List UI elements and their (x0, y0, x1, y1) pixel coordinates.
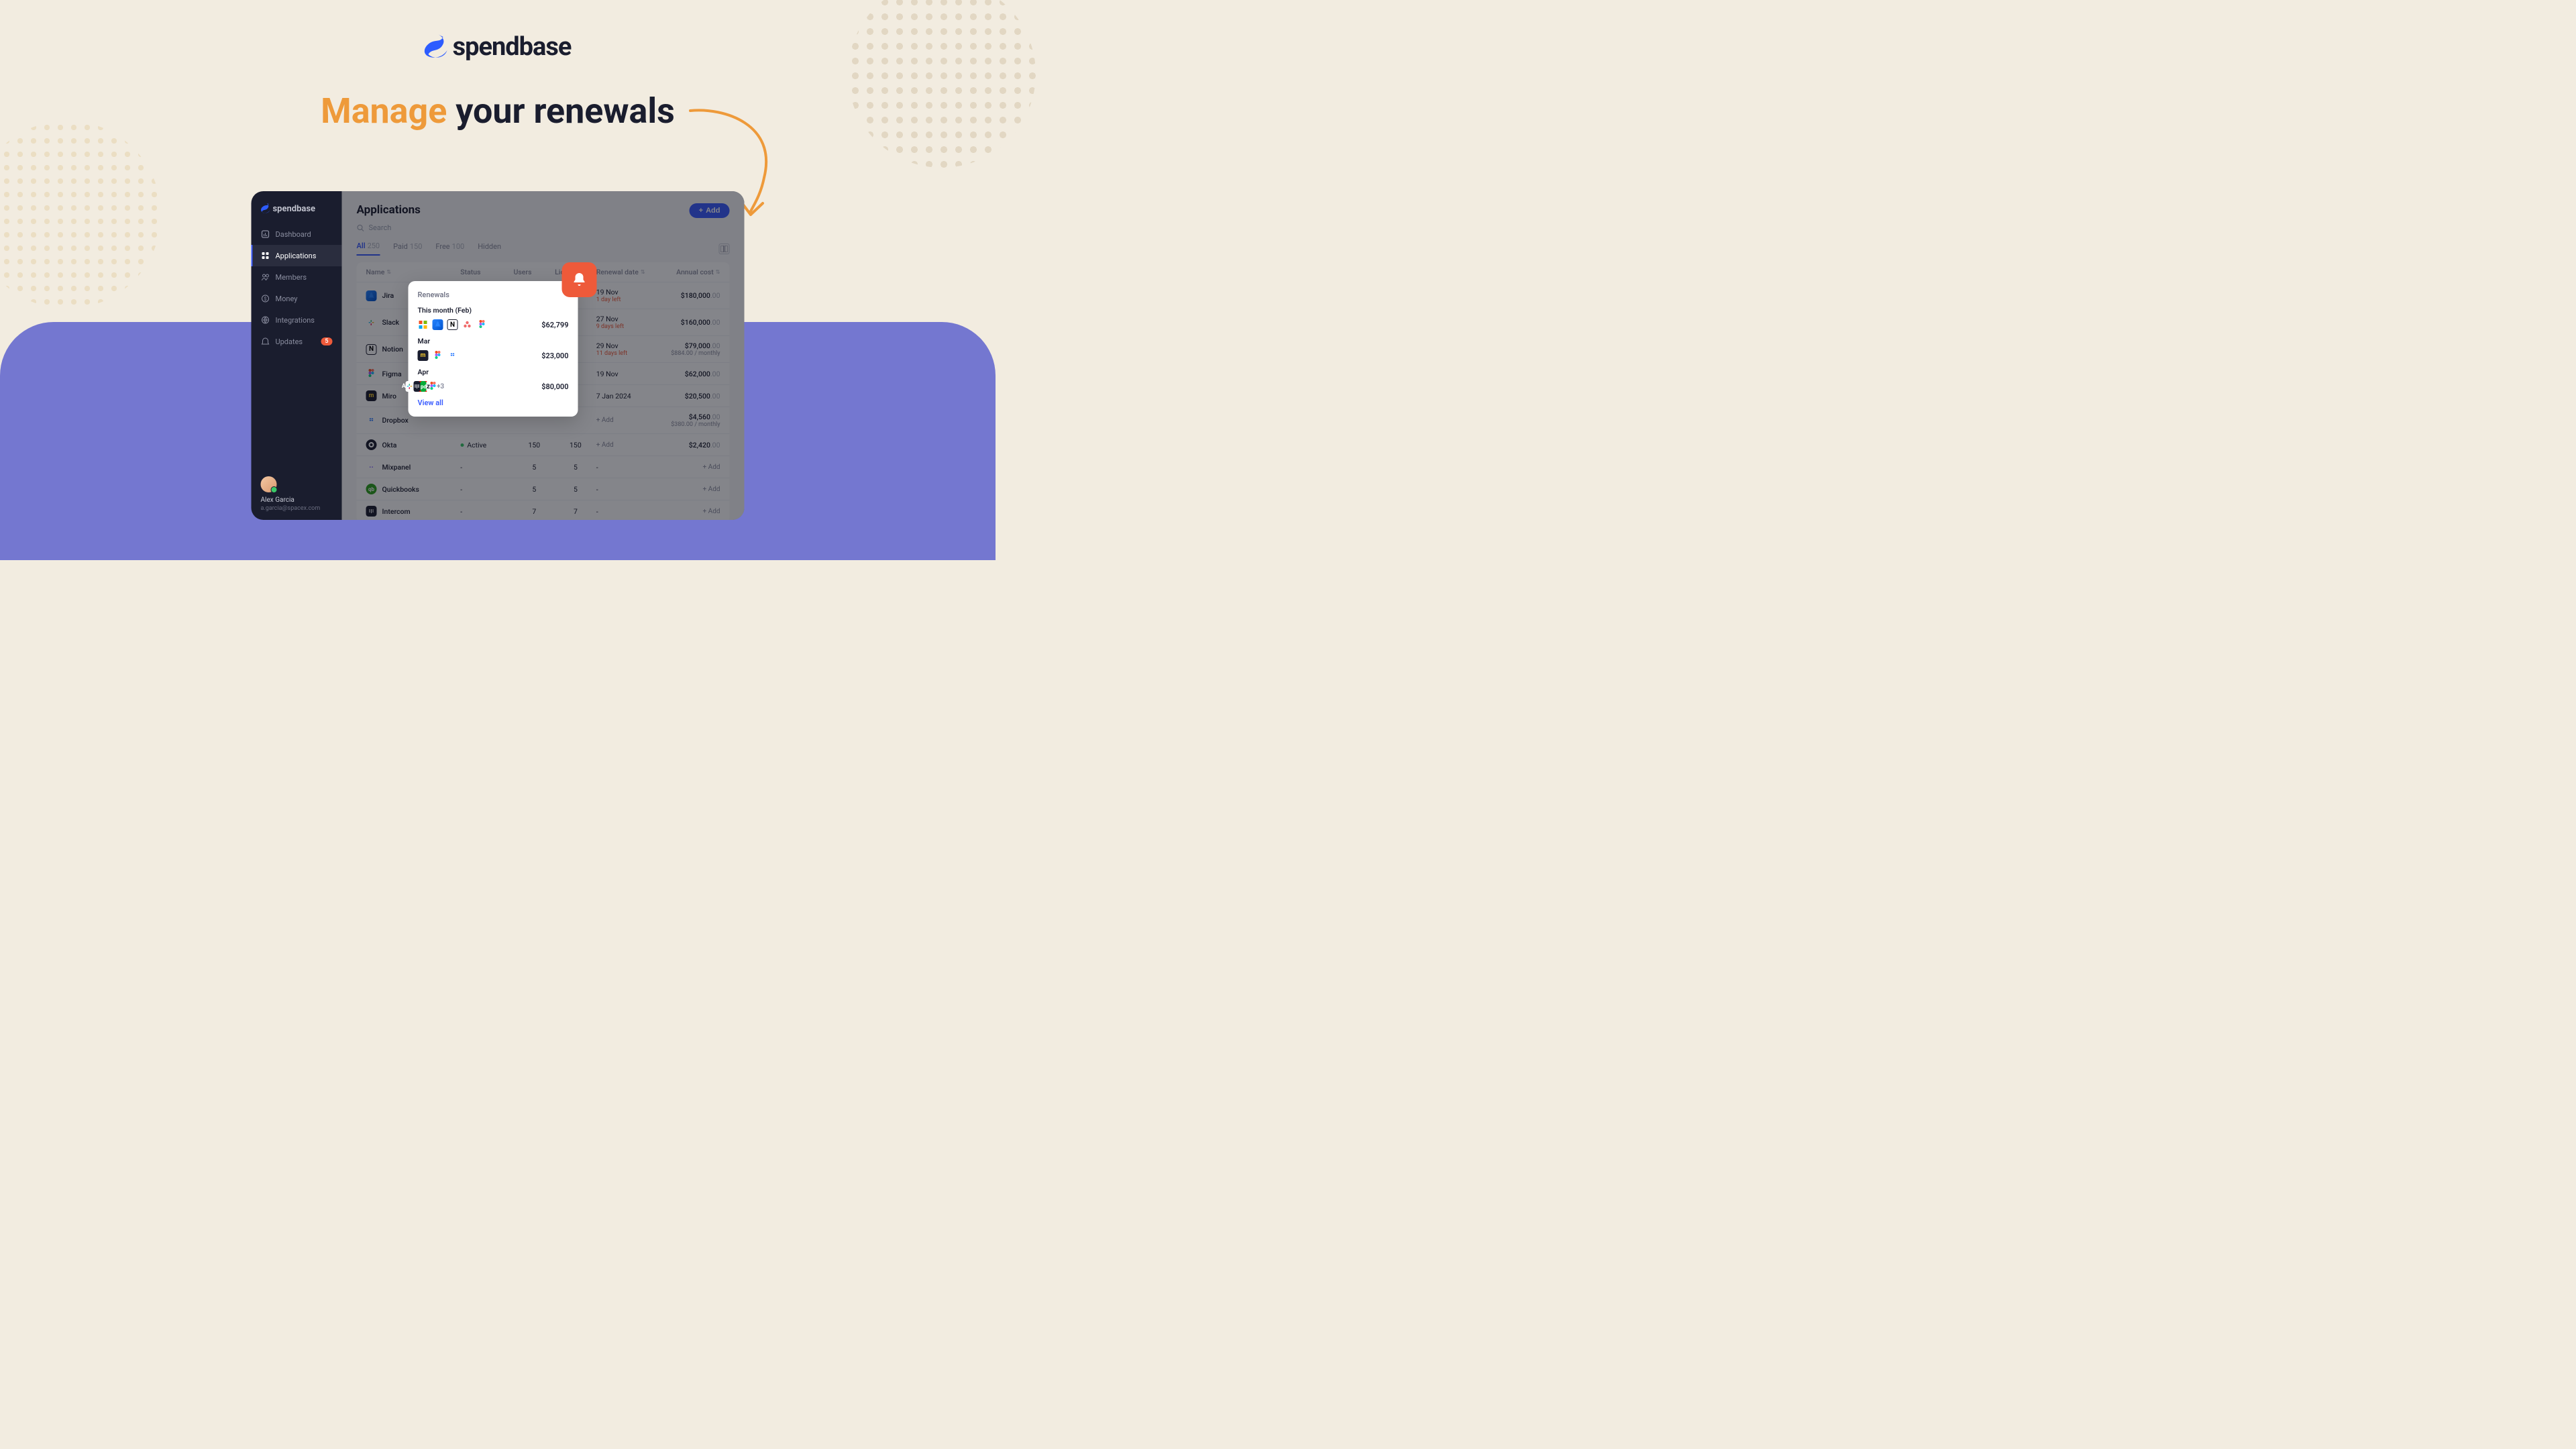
app-window: spendbase DashboardApplicationsMembers$M… (252, 191, 745, 520)
user-name: Alex Garcia (261, 496, 333, 504)
sidebar-item-members[interactable]: Members (252, 266, 342, 288)
add-cost-link[interactable]: + Add (703, 486, 720, 493)
view-all-link[interactable]: View all (418, 398, 569, 407)
column-status[interactable]: Status (460, 268, 513, 276)
column-cost[interactable]: Annual cost⇅ (658, 268, 720, 276)
more-count: +3 (437, 383, 444, 390)
members-icon (261, 272, 270, 282)
sidebar-item-applications[interactable]: Applications (252, 245, 342, 266)
intercom-icon (414, 381, 421, 392)
jira-icon (433, 319, 443, 330)
table-header: Name⇅ Status Users Licenses Renewal date… (357, 262, 730, 282)
table-row[interactable]: ··Mixpanel - 5 5 - + Add (357, 456, 730, 478)
columns-icon (721, 246, 728, 252)
intercom-icon (366, 506, 377, 517)
table-row[interactable]: Okta Active 150 150 + Add $2,420.00 (357, 434, 730, 456)
bell-icon (572, 272, 588, 288)
renewal-group: Apr Apdz+3 $80,000 (418, 368, 569, 392)
decorative-dots-top-right (848, 0, 1036, 168)
slack-icon (366, 317, 377, 328)
jira-icon (366, 290, 377, 301)
table-row[interactable]: Intercom - 7 7 - + Add (357, 500, 730, 520)
renewal-month: Apr (418, 368, 569, 376)
figma-icon (477, 319, 488, 330)
mixpanel-icon: ·· (366, 462, 377, 472)
sidebar-item-updates[interactable]: Updates5 (252, 331, 342, 352)
brand-logo-text: spendbase (453, 32, 572, 62)
column-users[interactable]: Users (514, 268, 555, 276)
columns-button[interactable] (719, 244, 730, 254)
qb-icon: qb (366, 484, 377, 494)
decorative-dots-top-left (0, 121, 161, 309)
badge: 5 (321, 337, 332, 345)
user-email: a.garcia@spacex.com (261, 505, 333, 512)
sidebar-item-dashboard[interactable]: Dashboard (252, 223, 342, 245)
pd-icon: pd (421, 381, 427, 392)
figma-icon (366, 368, 377, 379)
sidebar-logo: spendbase (252, 203, 342, 223)
miro-icon: m (366, 390, 377, 401)
brand-logo: spendbase (425, 32, 572, 62)
tab-all[interactable]: All250 (357, 241, 380, 256)
sidebar: spendbase DashboardApplicationsMembers$M… (252, 191, 342, 520)
renewal-month: This month (Feb) (418, 306, 569, 315)
dropbox-icon (366, 415, 377, 426)
popup-title: Renewals (418, 290, 569, 299)
money-icon: $ (261, 294, 270, 303)
filter-tabs: All250 Paid150 Free100 Hidden (357, 241, 730, 256)
sidebar-logo-mark (261, 203, 270, 214)
miro-icon: m (418, 350, 429, 361)
add-renewal-link[interactable]: + Add (596, 417, 614, 424)
integrations-icon (261, 315, 270, 325)
sort-icon: ⇅ (716, 269, 720, 275)
plus-icon: + (699, 207, 703, 215)
main-content: Applications + Add Search All250 Paid150 F… (342, 191, 745, 520)
add-cost-link[interactable]: + Add (703, 464, 720, 471)
search-icon (357, 224, 365, 232)
add-cost-link[interactable]: + Add (703, 508, 720, 515)
okta-icon (366, 439, 377, 450)
renewal-amount: $80,000 (541, 382, 568, 391)
column-name[interactable]: Name⇅ (366, 268, 461, 276)
dropbox-icon (447, 350, 458, 361)
tab-free[interactable]: Free100 (435, 242, 464, 255)
notion-icon: N (447, 319, 458, 330)
ms-icon (418, 319, 429, 330)
renewal-month: Mar (418, 337, 569, 345)
figma-icon (433, 350, 443, 361)
add-renewal-link[interactable]: + Add (596, 441, 614, 449)
add-button[interactable]: + Add (690, 203, 730, 218)
column-renewal[interactable]: Renewal date⇅ (596, 268, 658, 276)
adobe-icon: Apdz+3 (418, 381, 429, 392)
sidebar-user[interactable]: Alex Garcia a.garcia@spacex.com (252, 476, 342, 512)
figma-icon (430, 381, 437, 392)
tab-hidden[interactable]: Hidden (478, 242, 501, 255)
renewal-amount: $62,799 (541, 321, 568, 329)
renewal-group: This month (Feb) N $62,799 (418, 306, 569, 330)
avatar (261, 476, 277, 492)
updates-icon (261, 337, 270, 346)
renewals-popup: Renewals This month (Feb) N $62,799 Mar m… (409, 281, 578, 417)
page-title: Applications (357, 203, 421, 217)
table-row[interactable]: qbQuickbooks - 5 5 - + Add (357, 478, 730, 500)
asana-icon (462, 319, 473, 330)
notion-icon: N (366, 344, 377, 355)
search-input[interactable]: Search (357, 223, 730, 232)
slack-icon (406, 381, 414, 392)
sidebar-item-money[interactable]: $Money (252, 288, 342, 309)
sidebar-item-integrations[interactable]: Integrations (252, 309, 342, 331)
sort-icon: ⇅ (641, 269, 645, 275)
applications-icon (261, 251, 270, 260)
sort-icon: ⇅ (386, 269, 391, 275)
svg-text:$: $ (264, 297, 267, 302)
renewal-amount: $23,000 (541, 352, 568, 360)
renewal-group: Mar m $23,000 (418, 337, 569, 361)
notification-bell-badge (562, 262, 597, 297)
dashboard-icon (261, 229, 270, 239)
brand-logo-mark (425, 34, 447, 60)
tab-paid[interactable]: Paid150 (393, 242, 422, 255)
marketing-headline: Manage your renewals (321, 91, 675, 131)
